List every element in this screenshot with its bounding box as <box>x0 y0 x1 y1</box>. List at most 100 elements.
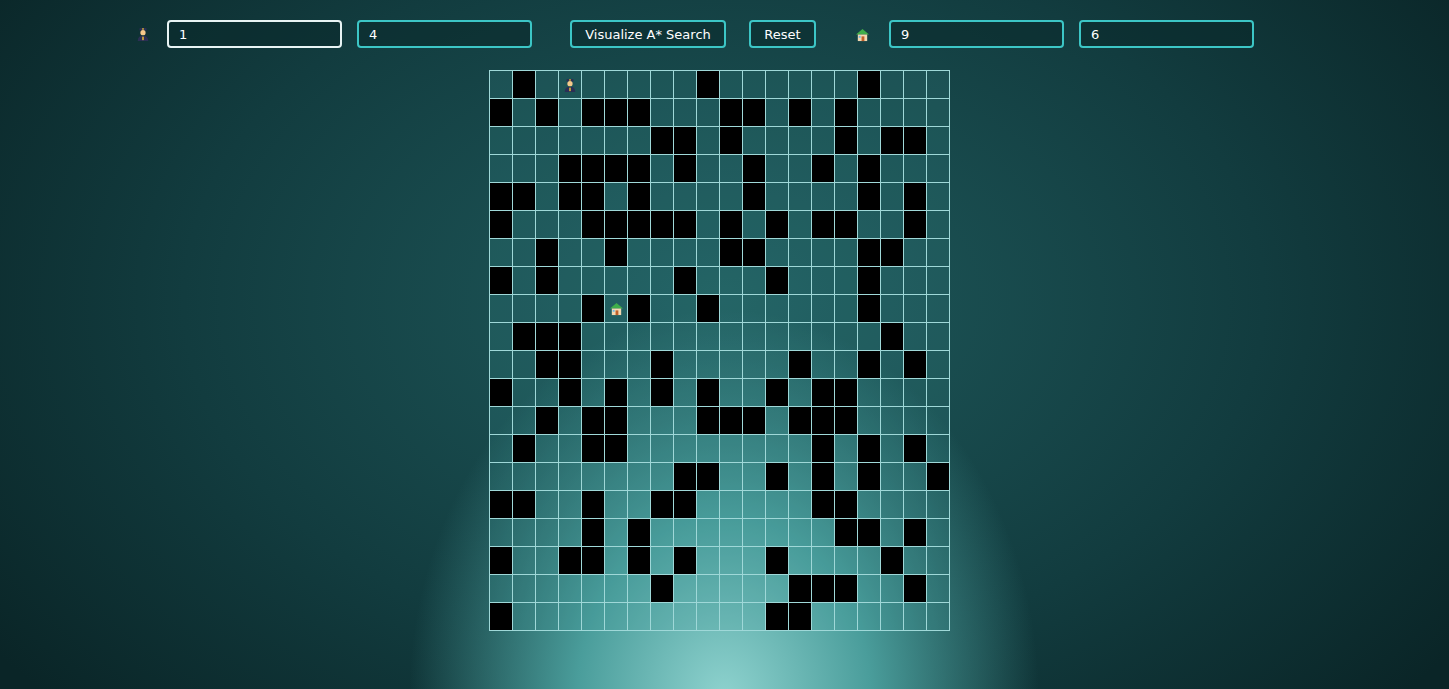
grid-cell[interactable] <box>582 267 605 295</box>
grid-cell[interactable] <box>536 407 559 435</box>
grid-cell[interactable] <box>904 603 927 631</box>
grid-cell[interactable] <box>490 71 513 99</box>
grid-cell[interactable] <box>605 267 628 295</box>
grid-cell[interactable] <box>674 575 697 603</box>
grid-cell[interactable] <box>927 463 950 491</box>
grid-cell[interactable] <box>559 407 582 435</box>
grid-cell[interactable] <box>789 491 812 519</box>
grid-cell[interactable] <box>582 519 605 547</box>
grid-cell[interactable] <box>881 295 904 323</box>
grid-cell[interactable] <box>582 603 605 631</box>
grid-cell[interactable] <box>536 267 559 295</box>
grid-cell[interactable] <box>743 183 766 211</box>
grid-cell[interactable] <box>766 99 789 127</box>
grid-cell[interactable] <box>812 99 835 127</box>
grid-cell[interactable] <box>720 99 743 127</box>
grid-cell[interactable] <box>927 575 950 603</box>
grid-cell[interactable] <box>513 127 536 155</box>
grid-cell[interactable] <box>720 575 743 603</box>
grid-cell[interactable] <box>789 211 812 239</box>
grid-cell[interactable] <box>743 239 766 267</box>
grid-cell[interactable] <box>789 71 812 99</box>
grid-cell[interactable] <box>904 99 927 127</box>
grid-cell[interactable] <box>513 575 536 603</box>
grid-cell[interactable] <box>766 239 789 267</box>
grid-cell[interactable] <box>904 211 927 239</box>
grid-cell[interactable] <box>559 603 582 631</box>
grid-cell[interactable] <box>927 519 950 547</box>
grid-cell[interactable] <box>651 435 674 463</box>
grid-cell[interactable] <box>927 127 950 155</box>
grid-cell[interactable] <box>881 267 904 295</box>
grid-cell[interactable] <box>651 71 674 99</box>
grid-cell[interactable] <box>812 435 835 463</box>
grid-cell[interactable] <box>490 323 513 351</box>
grid-cell[interactable] <box>766 323 789 351</box>
grid-cell[interactable] <box>697 211 720 239</box>
grid-cell[interactable] <box>559 547 582 575</box>
grid-cell[interactable] <box>513 155 536 183</box>
grid-cell[interactable] <box>743 323 766 351</box>
grid-cell[interactable] <box>651 239 674 267</box>
grid-cell[interactable] <box>743 155 766 183</box>
grid-cell[interactable] <box>789 127 812 155</box>
grid-cell[interactable] <box>582 379 605 407</box>
grid-cell[interactable] <box>559 239 582 267</box>
grid-cell[interactable] <box>766 127 789 155</box>
grid-cell[interactable] <box>835 575 858 603</box>
grid-cell[interactable] <box>812 491 835 519</box>
grid-cell[interactable] <box>858 575 881 603</box>
grid-cell[interactable] <box>789 463 812 491</box>
grid-cell[interactable] <box>720 491 743 519</box>
grid-cell[interactable] <box>743 603 766 631</box>
grid-cell[interactable] <box>835 351 858 379</box>
grid-cell[interactable] <box>559 211 582 239</box>
grid-cell[interactable] <box>605 407 628 435</box>
grid-cell[interactable] <box>513 547 536 575</box>
grid-cell[interactable] <box>490 407 513 435</box>
grid-cell[interactable] <box>513 71 536 99</box>
grid-cell[interactable] <box>651 519 674 547</box>
grid-cell[interactable] <box>766 407 789 435</box>
grid-cell[interactable] <box>927 379 950 407</box>
grid-cell[interactable] <box>582 491 605 519</box>
grid-cell[interactable] <box>605 463 628 491</box>
grid-cell[interactable] <box>720 547 743 575</box>
grid-cell[interactable] <box>927 155 950 183</box>
grid-cell[interactable] <box>743 491 766 519</box>
grid-cell[interactable] <box>881 603 904 631</box>
grid-cell[interactable] <box>582 71 605 99</box>
grid-cell[interactable] <box>881 71 904 99</box>
grid-cell[interactable] <box>513 435 536 463</box>
grid-cell[interactable] <box>858 127 881 155</box>
grid-cell[interactable] <box>490 183 513 211</box>
grid-cell[interactable] <box>536 351 559 379</box>
grid-cell[interactable] <box>858 99 881 127</box>
grid-cell[interactable] <box>927 99 950 127</box>
grid-cell[interactable] <box>605 155 628 183</box>
grid-cell[interactable] <box>904 491 927 519</box>
grid-cell[interactable] <box>858 351 881 379</box>
grid-cell[interactable] <box>927 211 950 239</box>
grid-cell[interactable] <box>605 575 628 603</box>
grid-cell[interactable] <box>536 435 559 463</box>
grid-cell[interactable] <box>674 99 697 127</box>
grid-cell[interactable] <box>513 267 536 295</box>
grid-cell[interactable] <box>835 603 858 631</box>
grid-cell[interactable] <box>835 183 858 211</box>
grid-cell[interactable] <box>766 379 789 407</box>
grid-cell[interactable] <box>697 155 720 183</box>
grid-cell[interactable] <box>628 99 651 127</box>
grid-cell[interactable] <box>720 267 743 295</box>
grid-cell[interactable] <box>605 323 628 351</box>
grid-cell[interactable] <box>605 519 628 547</box>
grid-cell[interactable] <box>881 491 904 519</box>
grid-cell[interactable] <box>536 127 559 155</box>
grid-cell[interactable] <box>559 71 582 99</box>
grid-cell[interactable] <box>835 547 858 575</box>
grid-cell[interactable] <box>858 71 881 99</box>
grid-cell[interactable] <box>858 183 881 211</box>
visualize-button[interactable]: Visualize A* Search <box>570 20 726 48</box>
end-field[interactable] <box>1079 20 1254 48</box>
grid-cell[interactable] <box>789 519 812 547</box>
